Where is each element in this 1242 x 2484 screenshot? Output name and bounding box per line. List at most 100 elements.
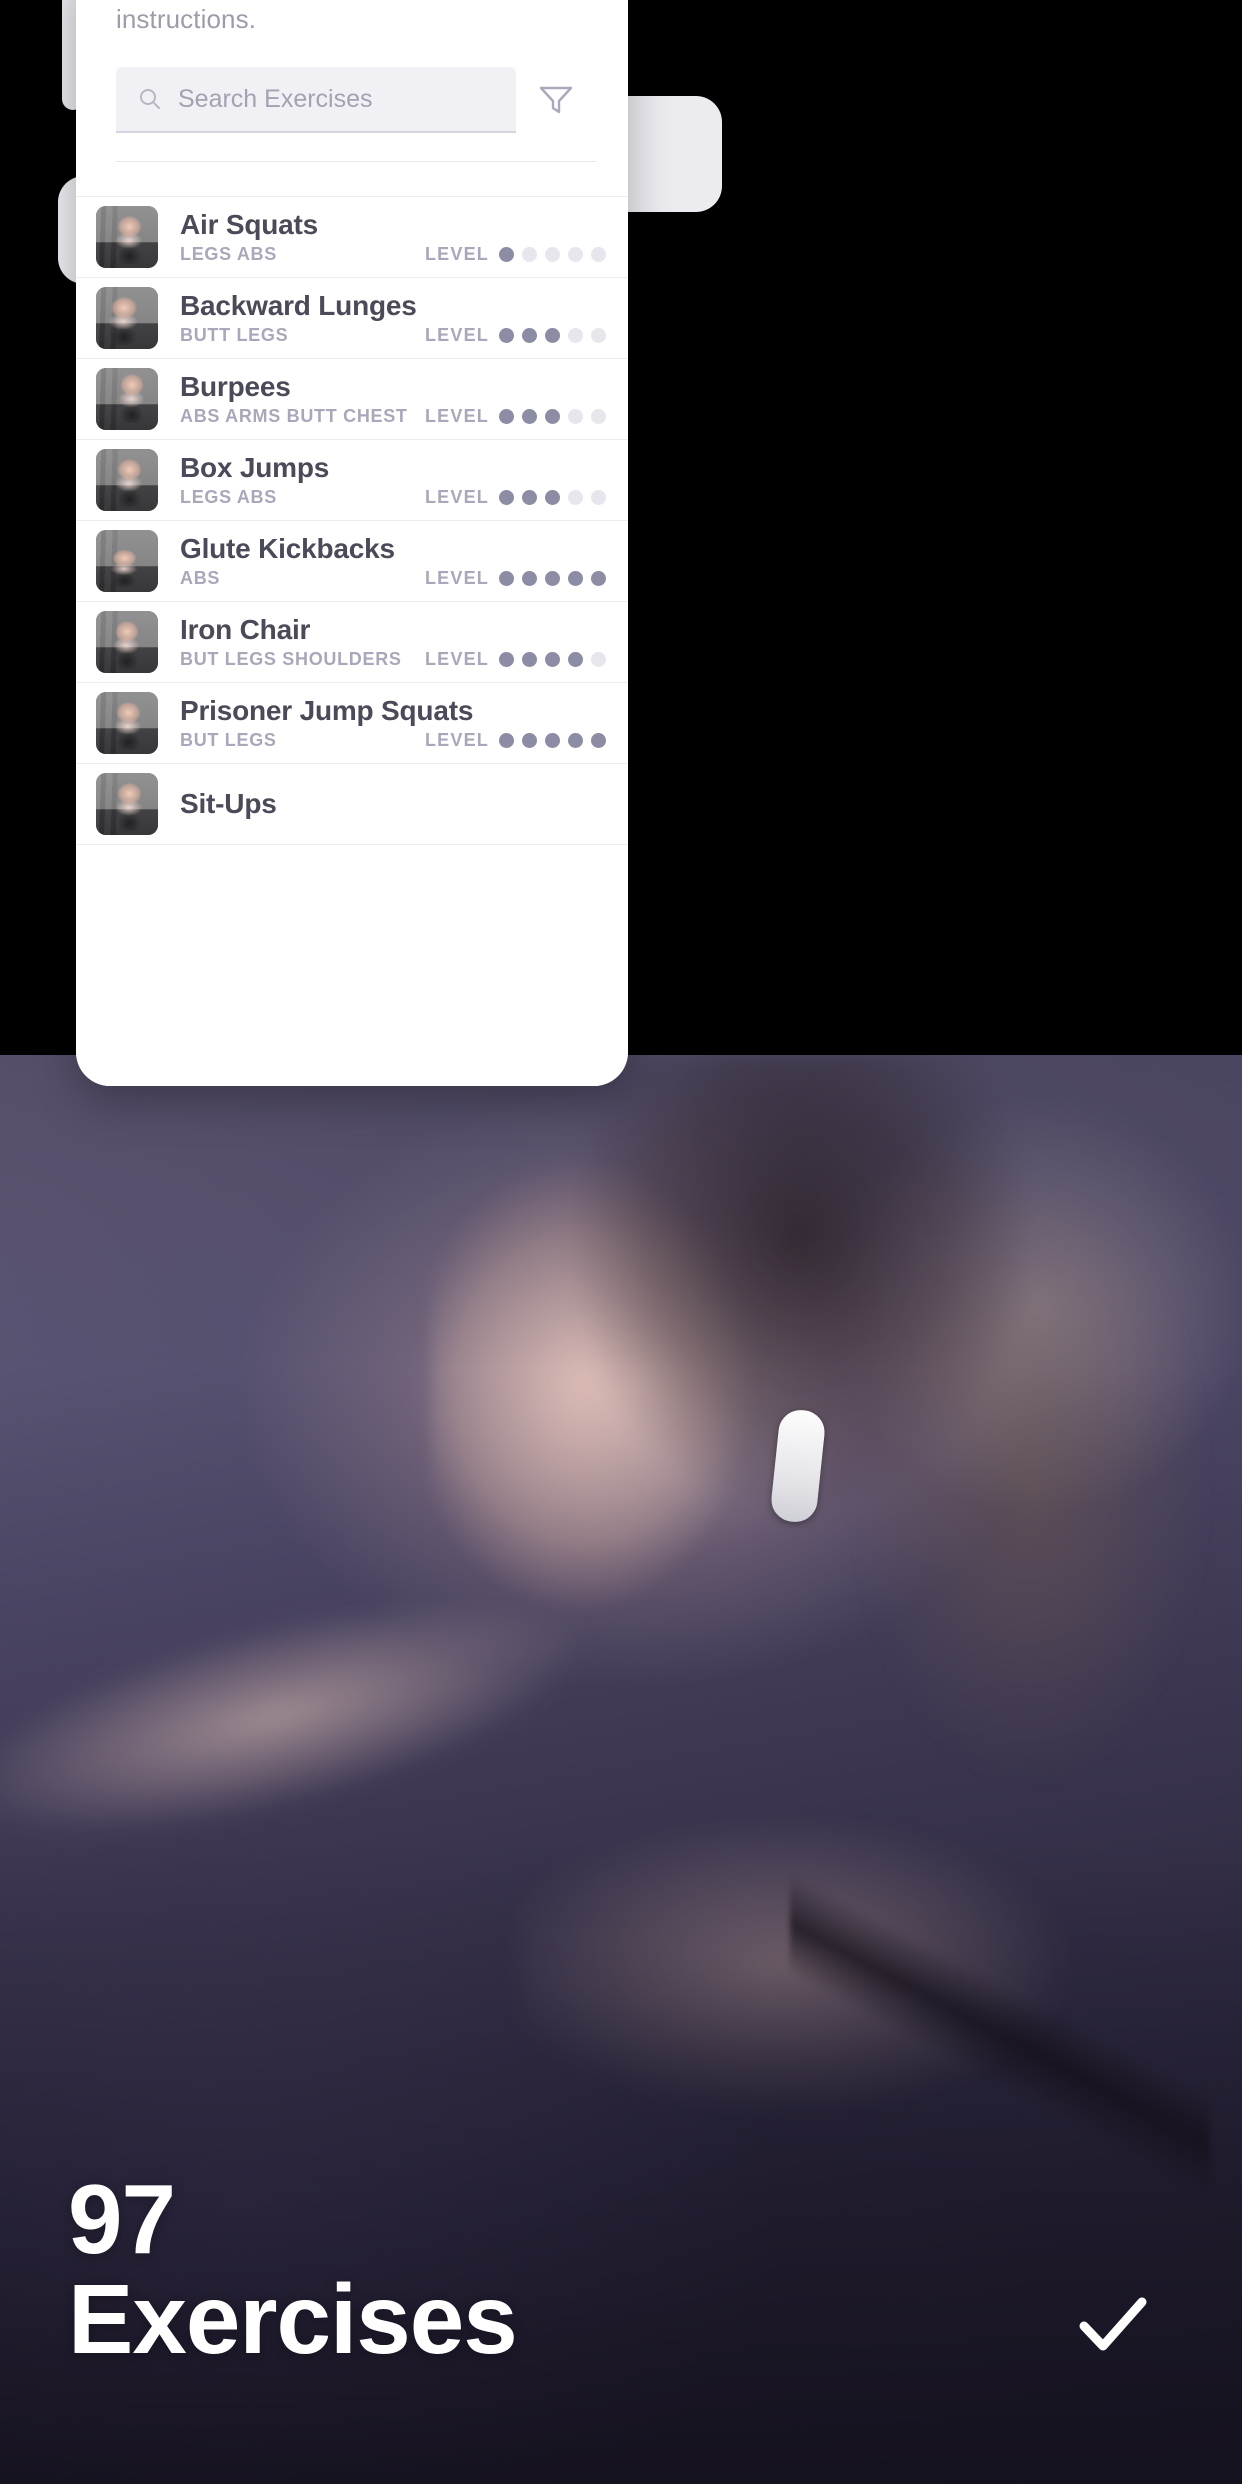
exercise-list: Air Squats LEGS ABS LEVEL Backward Lunges BU… — [76, 197, 628, 845]
level-dot-filled — [522, 490, 537, 505]
exercise-name: Iron Chair — [180, 613, 311, 645]
level-dot-filled — [499, 328, 514, 343]
level-dot-filled — [522, 409, 537, 424]
exercise-level-indicator: LEVEL — [425, 244, 628, 265]
exercise-info: Prisoner Jump Squats BUT LEGS — [158, 694, 474, 751]
level-dot-filled — [522, 571, 537, 586]
level-dot-filled — [568, 652, 583, 667]
level-dot-filled — [545, 490, 560, 505]
exercise-thumbnail — [96, 611, 158, 673]
exercise-info: Air Squats LEGS ABS — [158, 209, 425, 265]
level-dot-empty — [591, 247, 606, 262]
level-dots — [499, 409, 606, 424]
exercise-info: Sit-Ups — [158, 788, 628, 819]
level-dot-empty — [591, 328, 606, 343]
exercise-thumbnail — [96, 206, 158, 268]
exercise-thumbnail — [96, 368, 158, 430]
exercise-muscle-tags: BUTT LEGS — [180, 325, 289, 346]
level-dot-filled — [522, 652, 537, 667]
exercise-thumbnail — [96, 773, 158, 835]
exercise-row[interactable]: Iron Chair BUT LEGS SHOULDERS LEVEL — [76, 602, 628, 683]
exercise-screen-card: instructions. Search Exercises Air Squat… — [76, 0, 628, 1086]
level-dot-filled — [545, 409, 560, 424]
filter-button[interactable] — [516, 67, 596, 133]
exercise-name: Air Squats — [180, 208, 319, 240]
level-dot-filled — [568, 733, 583, 748]
exercise-thumbnail — [96, 287, 158, 349]
level-dots — [499, 652, 606, 667]
exercise-name: Backward Lunges — [180, 289, 417, 321]
exercise-thumbnail — [96, 449, 158, 511]
level-dots — [499, 247, 606, 262]
search-input[interactable]: Search Exercises — [116, 67, 516, 133]
level-dot-filled — [499, 652, 514, 667]
level-dot-filled — [499, 490, 514, 505]
level-dot-filled — [545, 571, 560, 586]
intro-text: instructions. — [116, 4, 257, 34]
level-dots — [499, 733, 606, 748]
exercise-level-indicator: LEVEL — [425, 649, 628, 670]
search-placeholder: Search Exercises — [178, 84, 373, 113]
level-label: LEVEL — [424, 244, 489, 264]
exercise-muscle-tags: ABS ARMS BUTT CHEST — [180, 406, 408, 427]
level-dot-filled — [522, 733, 537, 748]
level-dots — [499, 328, 606, 343]
exercise-info: Box Jumps LEGS ABS — [158, 452, 425, 508]
level-dot-filled — [499, 247, 514, 262]
level-label: LEVEL — [424, 568, 489, 588]
exercise-level-indicator: LEVEL — [425, 568, 628, 589]
level-label: LEVEL — [424, 730, 489, 750]
exercise-row[interactable]: Burpees ABS ARMS BUTT CHEST LEVEL — [76, 359, 628, 440]
check-icon — [1079, 2297, 1147, 2351]
exercise-row[interactable]: Backward Lunges BUTT LEGS LEVEL — [76, 278, 628, 359]
exercise-name: Box Jumps — [180, 451, 330, 483]
exercise-level-indicator: LEVEL — [425, 406, 628, 427]
exercise-info: Glute Kickbacks ABS — [158, 533, 425, 589]
level-dot-empty — [591, 409, 606, 424]
level-dot-empty — [522, 247, 537, 262]
exercise-row[interactable]: Box Jumps LEGS ABS LEVEL — [76, 440, 628, 521]
exercise-thumbnail — [96, 530, 158, 592]
level-label: LEVEL — [424, 649, 489, 669]
card-bottom-fade — [76, 1024, 628, 1086]
exercise-name: Burpees — [180, 370, 291, 402]
search-divider — [116, 161, 596, 162]
exercise-muscle-tags: LEGS ABS — [180, 244, 277, 265]
exercise-muscle-tags: BUT LEGS — [180, 730, 277, 751]
filter-icon — [539, 86, 573, 114]
exercise-row[interactable]: Glute Kickbacks ABS LEVEL — [76, 521, 628, 602]
exercise-muscle-tags: BUT LEGS SHOULDERS — [180, 649, 402, 670]
level-dot-filled — [545, 328, 560, 343]
level-dot-empty — [545, 247, 560, 262]
exercise-level-indicator: LEVEL — [425, 730, 628, 751]
exercise-level-indicator: LEVEL — [425, 487, 628, 508]
exercise-row[interactable]: Sit-Ups — [76, 764, 628, 845]
exercise-name: Glute Kickbacks — [180, 532, 395, 564]
exercise-info: Iron Chair BUT LEGS SHOULDERS — [158, 614, 425, 670]
hero-caption: 97 Exercises — [68, 2163, 518, 2374]
exercise-name: Prisoner Jump Squats — [180, 694, 474, 726]
level-dot-filled — [545, 652, 560, 667]
exercise-info: Burpees ABS ARMS BUTT CHEST — [158, 371, 425, 427]
level-dot-empty — [568, 490, 583, 505]
level-label: LEVEL — [424, 487, 489, 507]
exercise-level-indicator: LEVEL — [425, 325, 628, 346]
exercise-muscle-tags: LEGS ABS — [180, 487, 277, 508]
exercise-row[interactable]: Prisoner Jump Squats BUT LEGS LEVEL — [76, 683, 628, 764]
level-dot-filled — [522, 328, 537, 343]
level-dot-filled — [499, 571, 514, 586]
level-dot-filled — [591, 571, 606, 586]
exercise-count: 97 — [68, 2163, 176, 2274]
level-dot-empty — [568, 328, 583, 343]
exercise-thumbnail — [96, 692, 158, 754]
search-row: Search Exercises — [116, 66, 596, 134]
level-dot-filled — [591, 733, 606, 748]
exercise-name: Sit-Ups — [180, 788, 277, 820]
exercise-row[interactable]: Air Squats LEGS ABS LEVEL — [76, 197, 628, 278]
exercise-count-label: Exercises — [68, 2263, 518, 2374]
level-dot-filled — [568, 571, 583, 586]
level-dot-filled — [499, 409, 514, 424]
level-label: LEVEL — [424, 325, 489, 345]
exercise-info: Backward Lunges BUTT LEGS — [158, 290, 425, 346]
level-dot-empty — [591, 652, 606, 667]
